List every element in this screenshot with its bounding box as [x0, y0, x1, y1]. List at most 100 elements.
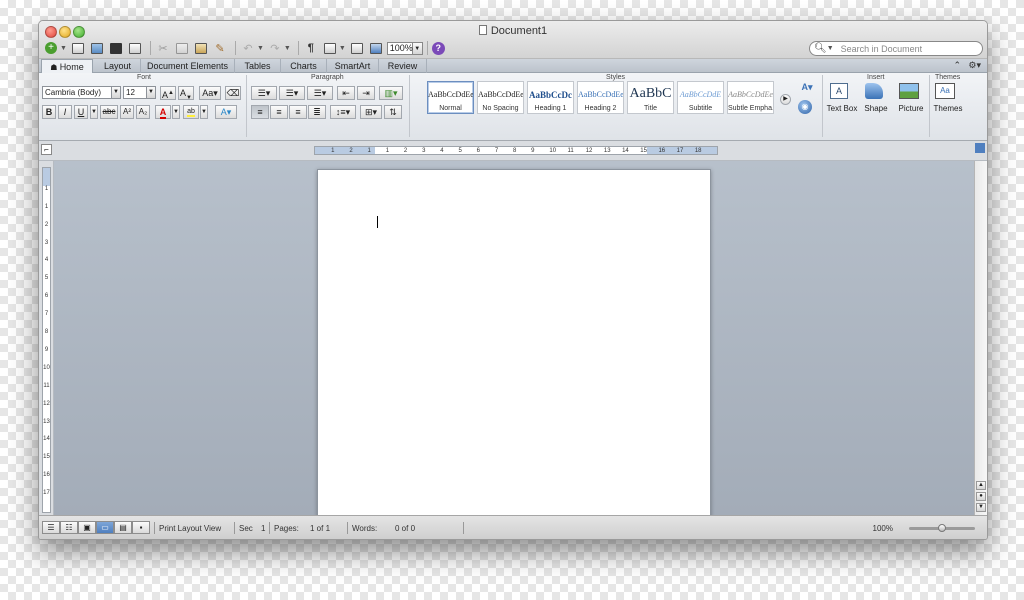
grow-font-button[interactable]: A▲ [160, 86, 176, 100]
decrease-indent-button[interactable]: ⇤ [337, 86, 355, 100]
search-field[interactable]: 🔍︎ ▼ Search in Document [809, 41, 983, 56]
tab-tables[interactable]: Tables [235, 59, 281, 73]
undo-button[interactable]: ↶ [240, 41, 256, 55]
zoom-slider[interactable] [909, 524, 975, 532]
font-name-field[interactable]: Cambria (Body) [42, 86, 112, 99]
font-color-dropdown[interactable]: ▼ [172, 105, 180, 119]
italic-button[interactable]: I [58, 105, 72, 119]
media-browser-button[interactable] [349, 41, 365, 55]
show-formatting-button[interactable]: ¶ [303, 41, 319, 55]
tab-document-elements[interactable]: Document Elements [141, 59, 235, 73]
print-layout-view-button[interactable]: ▭ [96, 521, 114, 534]
section-label: Sec [239, 524, 253, 533]
chevron-down-icon[interactable]: ▼ [827, 45, 834, 52]
focus-view-button[interactable]: ▪ [132, 521, 150, 534]
align-center-button[interactable]: ≡ [270, 105, 288, 119]
shrink-font-button[interactable]: A▼ [178, 86, 194, 101]
draft-view-button[interactable]: ☰ [42, 521, 60, 534]
highlight-dropdown[interactable]: ▼ [200, 105, 208, 119]
underline-button[interactable]: U [74, 105, 88, 119]
bullets-button[interactable]: ☰▾ [251, 86, 277, 100]
chevron-down-icon[interactable]: ▼ [284, 45, 291, 52]
tab-smartart[interactable]: SmartArt [327, 59, 379, 73]
underline-dropdown[interactable]: ▼ [90, 105, 98, 119]
strikethrough-button[interactable]: abc [100, 105, 118, 119]
document-page[interactable] [317, 169, 711, 517]
columns-button[interactable]: ▥▾ [379, 86, 403, 100]
copy-button[interactable] [174, 41, 190, 55]
justify-button[interactable]: ≣ [308, 105, 326, 119]
title-bar: Document1 + ▼ ✂ ✎ ↶ ▼ ↷ ▼ ¶ ▼ 100% ▼ ? 🔍… [39, 21, 987, 59]
tab-charts[interactable]: Charts [281, 59, 327, 73]
cut-button[interactable]: ✂ [155, 41, 171, 55]
ruler-toggle-icon[interactable] [975, 143, 985, 153]
superscript-button[interactable]: A² [120, 105, 134, 119]
notebook-view-button[interactable]: ▤ [114, 521, 132, 534]
clear-formatting-button[interactable]: ⌫ [225, 86, 241, 100]
tab-home[interactable]: ☗ Home [41, 59, 93, 74]
help-icon[interactable]: ? [431, 41, 445, 55]
chevron-down-icon[interactable]: ▼ [339, 45, 346, 52]
multilevel-list-button[interactable]: ☰▾ [307, 86, 333, 100]
borders-button[interactable]: ⊞▾ [360, 105, 382, 119]
style-normal[interactable]: AaBbCcDdEe Normal [427, 81, 474, 114]
tab-layout[interactable]: Layout [95, 59, 141, 73]
publishing-view-button[interactable]: ▣ [78, 521, 96, 534]
style-heading-2[interactable]: AaBbCcDdEe Heading 2 [577, 81, 624, 114]
style-subtle-emphasis[interactable]: AaBbCcDdEe Subtle Empha... [727, 81, 774, 114]
paste-button[interactable] [193, 41, 209, 55]
tab-review[interactable]: Review [379, 59, 427, 73]
vertical-scrollbar[interactable]: ▲ ● ▼ [974, 161, 987, 517]
text-direction-button[interactable]: ⇅ [384, 105, 402, 119]
print-button[interactable] [127, 41, 143, 55]
page-jump-button[interactable]: ● [976, 492, 986, 501]
increase-indent-button[interactable]: ⇥ [357, 86, 375, 100]
picture-button[interactable] [899, 83, 923, 103]
style-set-button[interactable]: ◉ [798, 100, 812, 114]
align-left-button[interactable]: ≡ [251, 105, 269, 119]
style-heading-1[interactable]: AaBbCcDc Heading 1 [527, 81, 574, 114]
tab-selector-icon[interactable]: ⌐ [41, 144, 52, 155]
template-gallery-button[interactable] [70, 41, 86, 55]
zoom-dropdown-button[interactable]: ▼ [412, 41, 423, 55]
open-button[interactable] [89, 41, 105, 55]
ribbon-settings-icon[interactable]: ⚙▾ [968, 60, 981, 71]
themes-button[interactable]: Aa [935, 83, 959, 103]
outline-view-button[interactable]: ☷ [60, 521, 78, 534]
format-painter-button[interactable]: ✎ [212, 41, 228, 55]
font-color-button[interactable]: A [155, 105, 171, 119]
text-box-button[interactable]: A [830, 83, 854, 103]
chevron-down-icon[interactable]: ▼ [60, 45, 67, 52]
style-no-spacing[interactable]: AaBbCcDdEe No Spacing [477, 81, 524, 114]
sidebar-button[interactable] [322, 41, 338, 55]
new-document-button[interactable]: + [43, 41, 59, 55]
zoom-field[interactable]: 100% [386, 41, 413, 55]
font-name-dropdown[interactable]: ▼ [111, 86, 121, 99]
bold-button[interactable]: B [42, 105, 56, 119]
zoom-slider-knob[interactable] [938, 524, 946, 532]
styles-next-button[interactable]: ▶ [780, 94, 791, 105]
horizontal-ruler[interactable]: 1 2 1 1 2 3 4 5 6 7 8 9 10 11 12 13 14 15 16 17 18 [314, 146, 718, 155]
line-spacing-button[interactable]: ↕≡▾ [330, 105, 356, 119]
save-button[interactable] [108, 41, 124, 55]
style-title[interactable]: AaBbC Title [627, 81, 674, 114]
chevron-down-icon[interactable]: ▼ [257, 45, 264, 52]
redo-button[interactable]: ↷ [267, 41, 283, 55]
document-icon [478, 25, 487, 35]
subscript-button[interactable]: A₂ [136, 105, 150, 119]
manage-styles-button[interactable]: A▾ [798, 81, 816, 95]
font-size-dropdown[interactable]: ▼ [146, 86, 156, 99]
font-size-field[interactable]: 12 [123, 86, 147, 99]
collapse-ribbon-icon[interactable]: ⌃ [953, 60, 961, 71]
shape-button[interactable] [865, 83, 889, 103]
text-effects-button[interactable]: A▾ [215, 105, 237, 119]
highlight-button[interactable]: ab [183, 105, 199, 119]
scroll-down-button[interactable]: ▼ [976, 503, 986, 512]
scroll-up-button[interactable]: ▲ [976, 481, 986, 490]
toolbox-button[interactable] [368, 41, 384, 55]
vertical-ruler[interactable]: 1 1 2 3 4 5 6 7 8 9 10 11 12 13 14 15 16 17 [42, 167, 51, 513]
align-right-button[interactable]: ≡ [289, 105, 307, 119]
style-subtitle[interactable]: AaBbCcDdE Subtitle [677, 81, 724, 114]
numbering-button[interactable]: ☰▾ [279, 86, 305, 100]
change-case-button[interactable]: Aa▾ [199, 86, 221, 100]
